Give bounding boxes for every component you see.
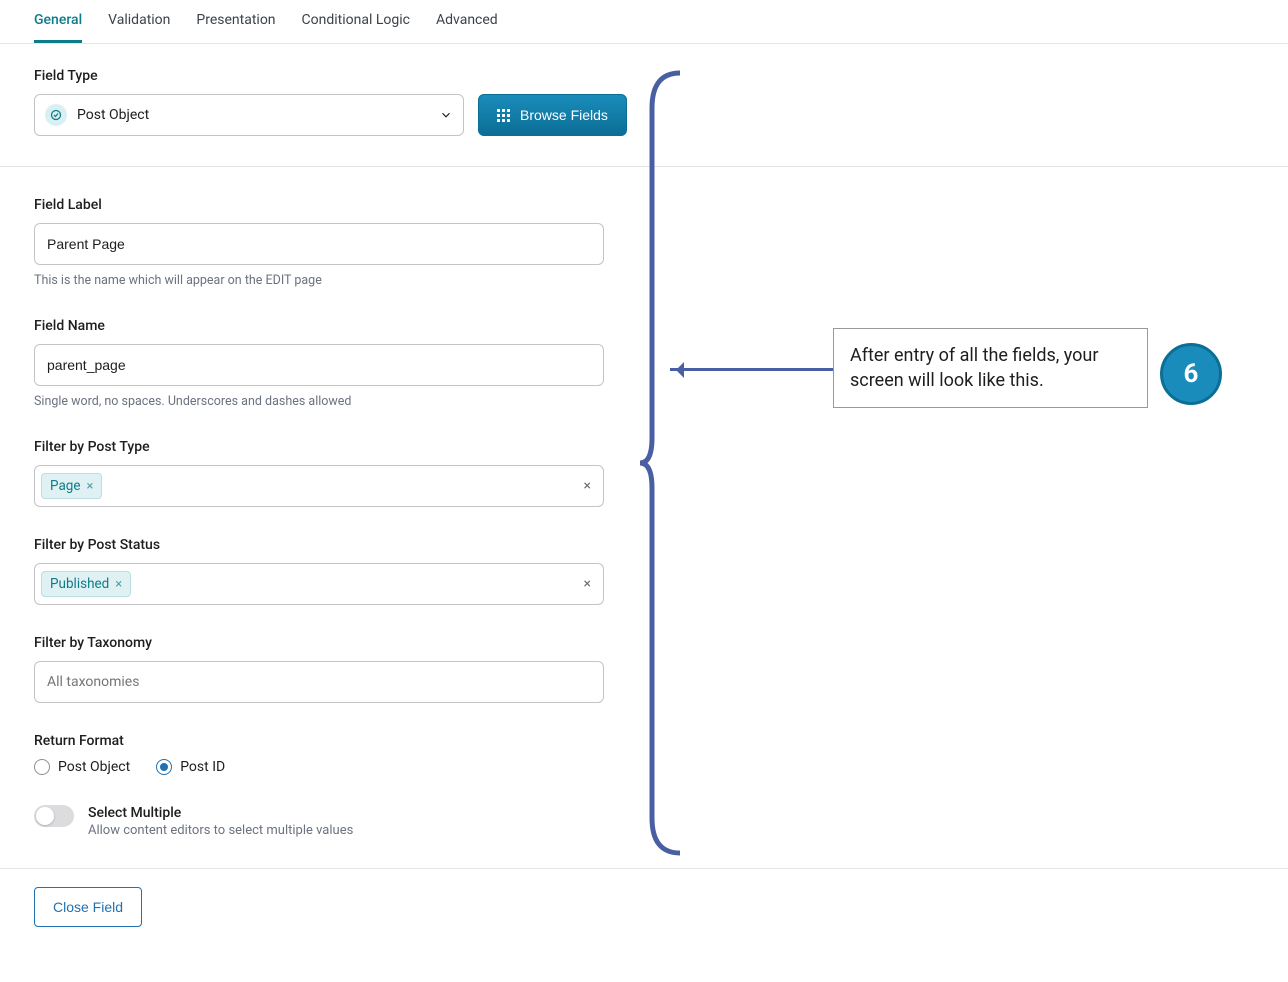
section-filter-taxonomy: Filter by Taxonomy All taxonomies <box>34 635 1254 703</box>
filter-post-type-input[interactable]: Page × × <box>34 465 604 507</box>
radio-icon <box>34 759 50 775</box>
section-filter-post-status: Filter by Post Status Published × × <box>34 537 1254 605</box>
field-label-label: Field Label <box>34 197 1254 213</box>
filter-taxonomy-label: Filter by Taxonomy <box>34 635 1254 651</box>
tag-label: Published <box>50 576 109 592</box>
field-type-label: Field Type <box>34 68 1254 84</box>
tab-general[interactable]: General <box>34 0 82 43</box>
clear-icon[interactable]: × <box>584 576 591 592</box>
radio-label: Post ID <box>180 759 225 775</box>
tab-validation[interactable]: Validation <box>108 0 170 43</box>
footer: Close Field <box>0 868 1288 945</box>
section-filter-post-type: Filter by Post Type Page × × <box>34 439 1254 507</box>
select-multiple-toggle[interactable] <box>34 805 74 827</box>
return-format-post-object[interactable]: Post Object <box>34 759 130 775</box>
section-field-name: Field Name Single word, no spaces. Under… <box>34 318 1254 409</box>
tag-label: Page <box>50 478 81 494</box>
radio-label: Post Object <box>58 759 130 775</box>
field-name-help: Single word, no spaces. Underscores and … <box>34 394 1254 409</box>
clear-icon[interactable]: × <box>584 478 591 494</box>
tab-conditional-logic[interactable]: Conditional Logic <box>302 0 410 43</box>
grid-icon <box>497 109 510 122</box>
filter-taxonomy-placeholder: All taxonomies <box>41 674 139 690</box>
radio-icon <box>156 759 172 775</box>
form-content: Field Type Post Object Browse Fields Fie… <box>0 44 1288 838</box>
filter-post-status-tag: Published × <box>41 571 131 597</box>
remove-tag-icon[interactable]: × <box>115 577 122 592</box>
filter-post-type-label: Filter by Post Type <box>34 439 1254 455</box>
field-label-input[interactable] <box>34 223 604 265</box>
tab-presentation[interactable]: Presentation <box>196 0 275 43</box>
filter-taxonomy-input[interactable]: All taxonomies <box>34 661 604 703</box>
select-multiple-desc: Allow content editors to select multiple… <box>88 823 353 838</box>
return-format-post-id[interactable]: Post ID <box>156 759 225 775</box>
browse-fields-label: Browse Fields <box>520 107 608 123</box>
section-field-label: Field Label This is the name which will … <box>34 197 1254 288</box>
field-name-input[interactable] <box>34 344 604 386</box>
field-label-help: This is the name which will appear on th… <box>34 273 1254 288</box>
post-object-icon <box>45 104 67 126</box>
select-multiple-label: Select Multiple <box>88 805 353 821</box>
return-format-label: Return Format <box>34 733 1254 749</box>
field-type-select[interactable]: Post Object <box>34 94 464 136</box>
section-field-type: Field Type Post Object Browse Fields <box>0 68 1288 167</box>
filter-post-status-input[interactable]: Published × × <box>34 563 604 605</box>
filter-post-status-label: Filter by Post Status <box>34 537 1254 553</box>
field-name-label: Field Name <box>34 318 1254 334</box>
chevron-down-icon <box>439 108 453 122</box>
field-type-value: Post Object <box>77 107 439 123</box>
section-select-multiple: Select Multiple Allow content editors to… <box>34 805 1254 838</box>
browse-fields-button[interactable]: Browse Fields <box>478 94 627 136</box>
close-field-button[interactable]: Close Field <box>34 887 142 927</box>
filter-post-type-tag: Page × <box>41 473 102 499</box>
section-return-format: Return Format Post Object Post ID <box>34 733 1254 775</box>
tab-bar: General Validation Presentation Conditio… <box>0 0 1288 44</box>
tab-advanced[interactable]: Advanced <box>436 0 498 43</box>
remove-tag-icon[interactable]: × <box>87 479 94 494</box>
